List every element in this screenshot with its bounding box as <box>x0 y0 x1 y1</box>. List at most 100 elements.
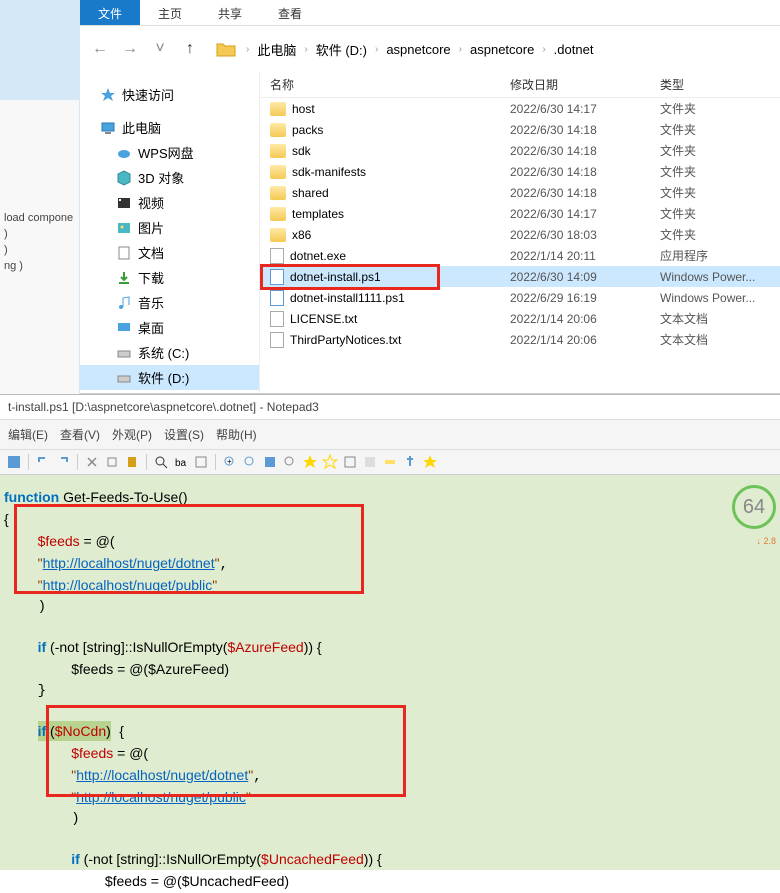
paste-icon[interactable] <box>124 454 140 470</box>
file-row[interactable]: dotnet-install1111.ps12022/6/29 16:19Win… <box>260 287 780 308</box>
tree-3d[interactable]: 3D 对象 <box>80 165 259 190</box>
col-date-header[interactable]: 修改日期 <box>510 76 660 93</box>
recent-dropdown[interactable]: ˅ <box>148 37 172 61</box>
tree-drive-c[interactable]: 系统 (C:) <box>80 340 259 365</box>
copy-icon[interactable] <box>104 454 120 470</box>
file-date: 2022/6/30 14:18 <box>510 186 660 200</box>
tree-music[interactable]: 音乐 <box>80 290 259 315</box>
tree-wps[interactable]: WPS网盘 <box>80 140 259 165</box>
url-link[interactable]: http://localhost/nuget/dotnet <box>76 767 248 783</box>
music-icon <box>116 295 132 311</box>
file-date: 2022/6/30 14:17 <box>510 102 660 116</box>
code-text: $feeds = @($UncachedFeed) <box>105 873 289 889</box>
cut-icon[interactable] <box>84 454 100 470</box>
file-row[interactable]: templates2022/6/30 14:17文件夹 <box>260 203 780 224</box>
tree-downloads[interactable]: 下载 <box>80 265 259 290</box>
toggle-icon[interactable] <box>362 454 378 470</box>
up-button[interactable]: ↑ <box>178 37 202 61</box>
file-row[interactable]: dotnet.exe2022/1/14 20:11应用程序 <box>260 245 780 266</box>
file-menu[interactable]: 文件 <box>80 0 140 25</box>
file-row[interactable]: shared2022/6/30 14:18文件夹 <box>260 182 780 203</box>
file-date: 2022/1/14 20:06 <box>510 312 660 326</box>
file-type: 文本文档 <box>660 331 780 348</box>
file-row[interactable]: ThirdPartyNotices.txt2022/1/14 20:06文本文档 <box>260 329 780 350</box>
star-outline-icon[interactable] <box>322 454 338 470</box>
undo-icon[interactable] <box>35 454 51 470</box>
tree-pictures[interactable]: 图片 <box>80 215 259 240</box>
code-editor[interactable]: function Get-Feeds-To-Use() { $feeds = @… <box>0 475 780 870</box>
menu-appearance[interactable]: 外观(P) <box>108 424 156 445</box>
tree-desktop[interactable]: 桌面 <box>80 315 259 340</box>
separator <box>146 454 147 470</box>
tree-drive-d[interactable]: 软件 (D:) <box>80 365 259 390</box>
col-type-header[interactable]: 类型 <box>660 76 780 93</box>
star-fav-icon[interactable] <box>422 454 438 470</box>
folder-icon <box>270 186 286 200</box>
menu-help[interactable]: 帮助(H) <box>212 424 261 445</box>
crumb-pc[interactable]: 此电脑 <box>253 38 300 61</box>
left-partial-window: load compone ) ) ng ) <box>0 0 80 394</box>
home-tab[interactable]: 主页 <box>140 0 200 25</box>
file-list[interactable]: host2022/6/30 14:17文件夹packs2022/6/30 14:… <box>260 98 780 393</box>
url-link[interactable]: http://localhost/nuget/public <box>76 789 246 805</box>
bookmark-icon[interactable] <box>342 454 358 470</box>
crumb-folder1[interactable]: aspnetcore <box>382 40 454 59</box>
file-row[interactable]: sdk-manifests2022/6/30 14:18文件夹 <box>260 161 780 182</box>
menu-view[interactable]: 查看(V) <box>56 424 104 445</box>
star-icon[interactable] <box>302 454 318 470</box>
file-name: shared <box>292 186 329 200</box>
url-link[interactable]: http://localhost/nuget/public <box>43 577 213 593</box>
menu-settings[interactable]: 设置(S) <box>160 424 208 445</box>
chevron-right-icon: › <box>244 44 251 55</box>
menu-edit[interactable]: 编辑(E) <box>4 424 52 445</box>
zoom-in-icon[interactable]: + <box>222 454 238 470</box>
navigation-tree[interactable]: 快速访问 此电脑 WPS网盘 3D 对象 视频 图片 文档 下载 音乐 桌面 系… <box>80 72 260 393</box>
file-name: dotnet.exe <box>290 249 346 263</box>
marker-icon[interactable] <box>382 454 398 470</box>
file-type: 文件夹 <box>660 121 780 138</box>
back-button[interactable]: ← <box>88 37 112 61</box>
svg-text:ba: ba <box>175 458 187 469</box>
save-icon[interactable] <box>6 454 22 470</box>
goto-icon[interactable] <box>193 454 209 470</box>
crumb-folder2[interactable]: aspnetcore <box>466 40 538 59</box>
chevron-right-icon: › <box>302 44 309 55</box>
file-name: packs <box>292 123 323 137</box>
folder-icon <box>216 40 236 58</box>
replace-icon[interactable]: ba <box>173 454 189 470</box>
tree-docs[interactable]: 文档 <box>80 240 259 265</box>
file-name: templates <box>292 207 344 221</box>
file-row[interactable]: x862022/6/30 18:03文件夹 <box>260 224 780 245</box>
func-name: Get-Feeds-To-Use() <box>59 489 187 505</box>
wrap-icon[interactable] <box>262 454 278 470</box>
ps1-icon <box>270 269 284 285</box>
drive-icon <box>116 345 132 361</box>
partial-text: load compone ) ) ng ) <box>4 210 73 274</box>
folder-icon <box>270 123 286 137</box>
folder-icon <box>270 102 286 116</box>
redo-icon[interactable] <box>55 454 71 470</box>
breadcrumb[interactable]: › 此电脑 › 软件 (D:) › aspnetcore › aspnetcor… <box>216 38 597 61</box>
pin-icon[interactable] <box>402 454 418 470</box>
crumb-drive[interactable]: 软件 (D:) <box>312 38 371 61</box>
tree-this-pc[interactable]: 此电脑 <box>80 115 259 140</box>
file-row[interactable]: LICENSE.txt2022/1/14 20:06文本文档 <box>260 308 780 329</box>
tree-quick-access[interactable]: 快速访问 <box>80 82 259 107</box>
file-type: Windows Power... <box>660 270 780 284</box>
url-link[interactable]: http://localhost/nuget/dotnet <box>43 555 215 571</box>
file-row[interactable]: sdk2022/6/30 14:18文件夹 <box>260 140 780 161</box>
col-name-header[interactable]: 名称 <box>260 76 510 93</box>
find-icon[interactable] <box>153 454 169 470</box>
zoom-out-icon[interactable] <box>242 454 258 470</box>
share-tab[interactable]: 共享 <box>200 0 260 25</box>
file-type: 应用程序 <box>660 247 780 264</box>
file-type: Windows Power... <box>660 291 780 305</box>
tree-video[interactable]: 视频 <box>80 190 259 215</box>
file-row[interactable]: packs2022/6/30 14:18文件夹 <box>260 119 780 140</box>
crumb-folder3[interactable]: .dotnet <box>550 40 598 59</box>
file-row[interactable]: dotnet-install.ps12022/6/30 14:09Windows… <box>260 266 780 287</box>
view-tab[interactable]: 查看 <box>260 0 320 25</box>
file-row[interactable]: host2022/6/30 14:17文件夹 <box>260 98 780 119</box>
search-icon[interactable] <box>282 454 298 470</box>
download-icon <box>116 270 132 286</box>
